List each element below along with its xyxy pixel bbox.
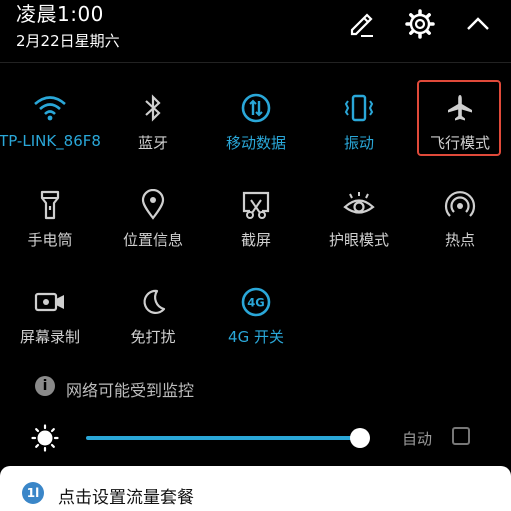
- hotspot-icon: [440, 185, 480, 225]
- screen-record-icon: [30, 282, 70, 322]
- tile-do-not-disturb-label: 免打扰: [130, 328, 176, 346]
- status-date: 2月22日星期六: [16, 32, 120, 50]
- screenshot-icon: [236, 185, 276, 225]
- data-plan-text[interactable]: 点击设置流量套餐: [58, 483, 194, 508]
- mobile-data-icon: [236, 88, 276, 128]
- network-monitoring-notice[interactable]: 网络可能受到监控: [66, 377, 194, 401]
- tile-mobile-data-label: 移动数据: [225, 134, 286, 152]
- auto-brightness-checkbox[interactable]: [452, 427, 470, 445]
- tile-mobile-data[interactable]: 移动数据: [206, 88, 306, 168]
- 4g-icon-text: 4G: [247, 296, 264, 310]
- tile-eye-comfort[interactable]: 护眼模式: [309, 185, 409, 265]
- data-plan-icon: 1l: [22, 482, 44, 504]
- tile-bluetooth-label: 蓝牙: [137, 134, 168, 152]
- brightness-slider-thumb[interactable]: [350, 428, 370, 448]
- auto-brightness-label: 自动: [402, 430, 433, 448]
- tile-screen-record[interactable]: 屏幕录制: [0, 282, 100, 362]
- tile-wifi[interactable]: TP-LINK_86F8: [0, 88, 101, 168]
- status-time: 凌晨1:00: [16, 2, 104, 26]
- bluetooth-icon: [133, 88, 173, 128]
- brightness-slider-track[interactable]: [86, 436, 362, 440]
- tile-screenshot-label: 截屏: [240, 231, 271, 249]
- tile-4g-label: 4G 开关: [228, 328, 284, 346]
- edit-icon[interactable]: [344, 6, 380, 42]
- tile-hotspot-label: 热点: [444, 231, 475, 249]
- info-icon: i: [35, 376, 55, 396]
- collapse-chevron-up-icon[interactable]: [460, 6, 496, 42]
- flashlight-icon: [30, 185, 70, 225]
- vibrate-icon: [339, 88, 379, 128]
- tile-4g[interactable]: 4G 4G 开关: [206, 282, 306, 362]
- header-divider: [0, 62, 511, 63]
- tile-hotspot[interactable]: 热点: [410, 185, 510, 265]
- tile-bluetooth[interactable]: 蓝牙: [103, 88, 203, 168]
- brightness-sun-icon: [31, 424, 59, 452]
- wifi-icon: [30, 88, 70, 128]
- tile-location[interactable]: 位置信息: [103, 185, 203, 265]
- tile-flashlight[interactable]: 手电筒: [0, 185, 100, 265]
- tile-vibrate[interactable]: 振动: [309, 88, 409, 168]
- settings-gear-icon[interactable]: [402, 6, 438, 42]
- location-pin-icon: [133, 185, 173, 225]
- tile-location-label: 位置信息: [122, 231, 183, 249]
- moon-icon: [133, 282, 173, 322]
- tile-do-not-disturb[interactable]: 免打扰: [103, 282, 203, 362]
- 4g-icon: 4G: [236, 282, 276, 322]
- airplane-highlight-box: [417, 80, 501, 156]
- tile-screenshot[interactable]: 截屏: [206, 185, 306, 265]
- eye-icon: [339, 185, 379, 225]
